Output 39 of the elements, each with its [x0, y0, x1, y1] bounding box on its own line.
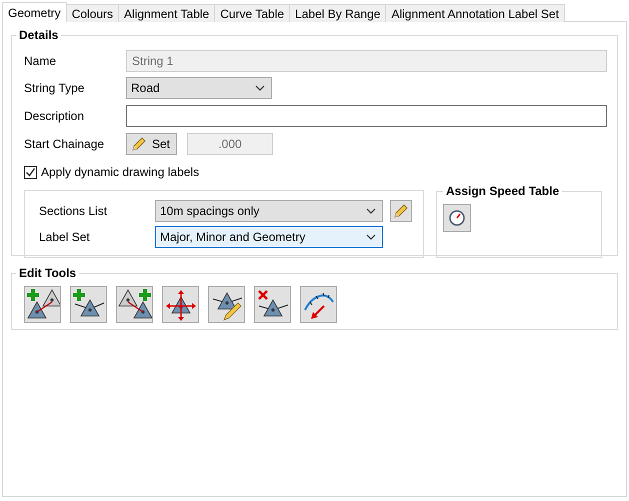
group-title: Edit Tools [18, 266, 78, 280]
tool-button[interactable] [254, 286, 291, 323]
tab[interactable]: Geometry [2, 2, 67, 22]
tool-button[interactable] [116, 286, 153, 323]
checkbox-label: Apply dynamic drawing labels [41, 165, 200, 179]
tab[interactable]: Curve Table [214, 4, 290, 22]
add-link-icon [26, 288, 60, 322]
dropdown-caret-icon [366, 234, 376, 240]
pencil-icon [393, 203, 409, 219]
speedometer-icon [448, 209, 466, 227]
description-field[interactable] [126, 105, 607, 127]
label-set-dropdown[interactable]: Major, Minor and Geometry [155, 226, 383, 248]
add-link-icon [118, 288, 152, 322]
field-label: Description [24, 109, 86, 123]
tool-button[interactable] [24, 286, 61, 323]
field-label: Label Set [39, 230, 91, 244]
group-title: Details [18, 28, 60, 42]
tool-button[interactable] [208, 286, 245, 323]
move-point-icon [164, 288, 198, 322]
checkbox[interactable] [24, 166, 37, 178]
field-label: Name [24, 54, 58, 68]
group-title: Assign Speed Table [445, 184, 560, 198]
pencil-icon [131, 136, 147, 152]
tab[interactable]: Label By Range [289, 4, 386, 22]
edit-button[interactable] [390, 200, 412, 222]
field-label: String Type [24, 81, 86, 95]
dropdown-caret-icon [255, 85, 265, 91]
tool-button[interactable] [70, 286, 107, 323]
tab[interactable]: Colours [66, 4, 120, 22]
tool-button[interactable] [162, 286, 199, 323]
tab[interactable]: Alignment Table [118, 4, 216, 22]
field-label: Start Chainage [24, 137, 106, 151]
string-type-dropdown[interactable]: Road [126, 77, 272, 99]
dropdown-caret-icon [366, 208, 376, 214]
check-icon [25, 166, 36, 178]
sections-list-dropdown[interactable]: 10m spacings only [155, 200, 383, 222]
field-label: Sections List [39, 204, 108, 218]
speed-table-button[interactable] [443, 204, 471, 232]
tab[interactable]: Alignment Annotation Label Set [385, 4, 565, 22]
